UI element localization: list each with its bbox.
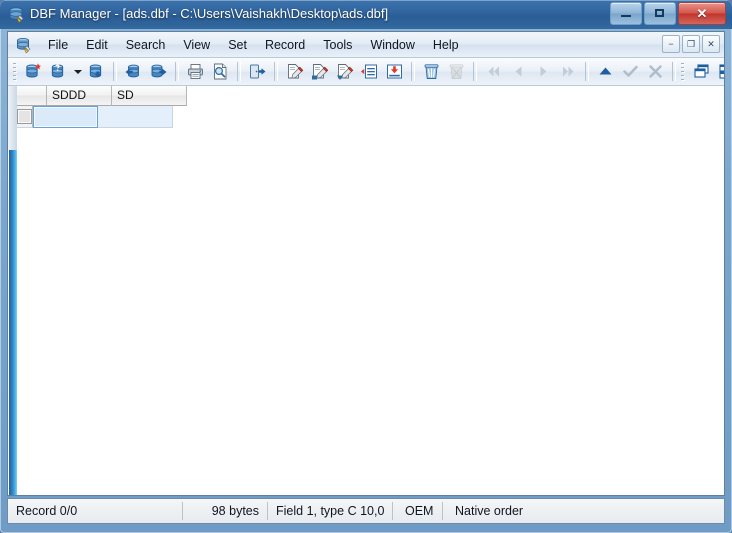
grid-cell-focused[interactable] (33, 106, 98, 128)
exit-icon[interactable] (245, 60, 270, 83)
window-controls: ✕ (610, 2, 726, 25)
mdi-restore-button[interactable]: ❐ (682, 35, 700, 53)
maximize-button[interactable] (644, 2, 676, 25)
mdi-minimize-button[interactable]: − (662, 35, 680, 53)
mdi-child-edge-accent (9, 150, 17, 495)
menu-item-set[interactable]: Set (219, 35, 256, 55)
export-database-icon[interactable] (146, 60, 171, 83)
dbf-manager-icon (8, 6, 25, 23)
menu-item-record[interactable]: Record (256, 35, 314, 55)
print-preview-icon[interactable] (208, 60, 233, 83)
application-window: DBF Manager - [ads.dbf - C:\Users\Vaisha… (0, 0, 732, 533)
title-bar[interactable]: DBF Manager - [ads.dbf - C:\Users\Vaisha… (0, 0, 732, 29)
goto-record-icon[interactable] (357, 60, 382, 83)
data-grid[interactable]: SDDD SD (17, 86, 187, 128)
mdi-child-controls: − ❐ ✕ (662, 35, 720, 53)
status-record: Record 0/0 (8, 502, 183, 520)
client-area: File Edit Search View Set Record Tools W… (7, 31, 725, 496)
edit-record-icon[interactable] (282, 60, 307, 83)
delete-record-icon[interactable] (419, 60, 444, 83)
next-record-icon (531, 60, 556, 83)
last-record-icon (556, 60, 581, 83)
toolbar-separator (585, 62, 589, 81)
insert-record-icon[interactable] (332, 60, 357, 83)
mdi-close-button[interactable]: ✕ (702, 35, 720, 53)
menu-item-search[interactable]: Search (117, 35, 175, 55)
toolbar-separator (274, 62, 278, 81)
grid-column-header-sd[interactable]: SD (112, 86, 187, 106)
open-database-icon[interactable] (46, 60, 71, 83)
first-record-icon (481, 60, 506, 83)
menu-bar: File Edit Search View Set Record Tools W… (8, 32, 724, 58)
status-field: Field 1, type C 10,0 (268, 502, 393, 520)
window-title: DBF Manager - [ads.dbf - C:\Users\Vaisha… (30, 6, 389, 21)
status-encoding: OEM (393, 502, 443, 520)
table-row[interactable] (17, 106, 187, 128)
save-database-icon[interactable] (84, 60, 109, 83)
menu-item-view[interactable]: View (174, 35, 219, 55)
dbf-document-icon (15, 36, 33, 54)
status-size: 98 bytes (183, 502, 268, 520)
row-selector-box (17, 109, 32, 124)
tile-horizontal-icon[interactable] (714, 60, 724, 83)
confirm-check-icon (618, 60, 643, 83)
toolbar-separator (672, 62, 676, 81)
print-icon[interactable] (183, 60, 208, 83)
insert-up-icon[interactable] (593, 60, 618, 83)
toolbar-separator (237, 62, 241, 81)
toolbar (8, 58, 724, 86)
minimize-button[interactable] (610, 2, 642, 25)
append-record-icon[interactable] (307, 60, 332, 83)
cascade-windows-icon[interactable] (689, 60, 714, 83)
mdi-child-window: SDDD SD (8, 86, 724, 495)
menu-item-window[interactable]: Window (361, 35, 423, 55)
toolbar-grip[interactable] (12, 60, 19, 83)
grid-header-row: SDDD SD (17, 86, 187, 106)
status-order: Native order (455, 504, 524, 518)
open-dropdown-arrow[interactable] (71, 60, 84, 83)
previous-record-icon (506, 60, 531, 83)
grid-cell[interactable] (98, 106, 173, 128)
row-indicator[interactable] (17, 106, 33, 128)
empty-recycle-icon (444, 60, 469, 83)
status-bar: Record 0/0 98 bytes Field 1, type C 10,0… (7, 498, 725, 524)
cancel-x-icon (643, 60, 668, 83)
mdi-child-edge-top (8, 86, 17, 150)
toolbar-separator (175, 62, 179, 81)
menu-item-help[interactable]: Help (424, 35, 468, 55)
menu-item-tools[interactable]: Tools (314, 35, 361, 55)
import-database-icon[interactable] (121, 60, 146, 83)
grid-corner-cell[interactable] (17, 86, 47, 106)
toolbar-separator (113, 62, 117, 81)
close-button[interactable]: ✕ (678, 2, 726, 25)
menu-item-edit[interactable]: Edit (77, 35, 117, 55)
grid-column-header-sddd[interactable]: SDDD (47, 86, 112, 106)
toolbar-separator (411, 62, 415, 81)
close-icon: ✕ (696, 6, 708, 21)
toolbar-separator (473, 62, 477, 81)
post-record-icon[interactable] (382, 60, 407, 83)
menu-item-file[interactable]: File (39, 35, 77, 55)
new-database-icon[interactable] (21, 60, 46, 83)
toolbar-grip[interactable] (680, 60, 687, 83)
